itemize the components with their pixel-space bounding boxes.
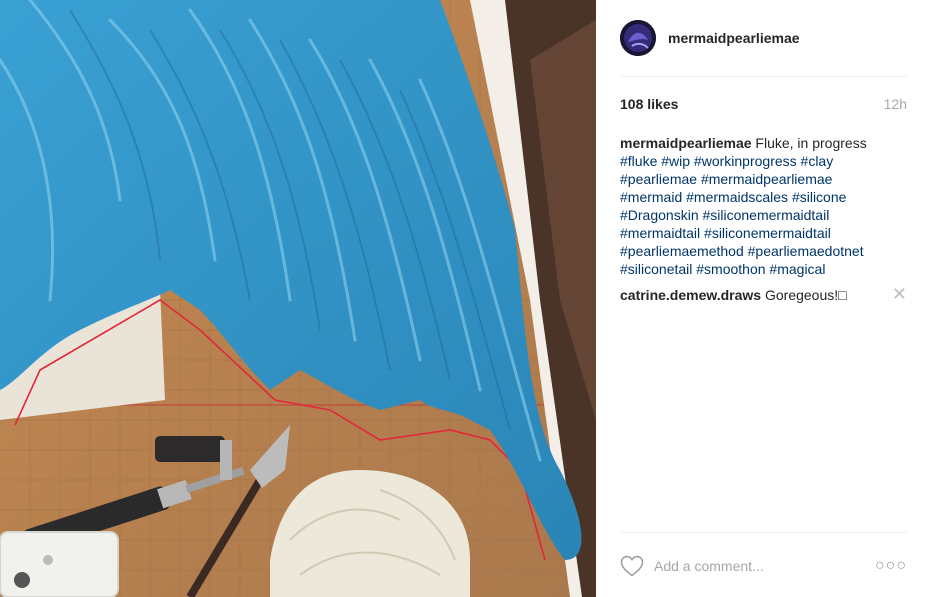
fluke-photo-illustration <box>0 0 596 597</box>
post-header: mermaidpearliemae <box>620 18 907 58</box>
hashtag-line[interactable]: #pearliemae #mermaidpearliemae <box>620 170 907 188</box>
post-photo <box>0 0 596 597</box>
add-comment-input[interactable] <box>654 558 875 574</box>
footer-divider <box>620 532 907 533</box>
comment-item: catrine.demew.draws Goregeous!□ ✕ <box>620 285 907 304</box>
post-time[interactable]: 12h <box>884 96 907 112</box>
hashtag-line[interactable]: #mermaidtail #siliconemermaidtail <box>620 224 907 242</box>
header-divider <box>620 76 907 77</box>
hashtag-line[interactable]: #mermaid #mermaidscales #silicone <box>620 188 907 206</box>
post-stats: 108 likes 12h <box>620 96 907 112</box>
more-options-icon[interactable]: ○○○ <box>875 557 907 575</box>
hashtag-line[interactable]: #pearliemaemethod #pearliemaedotnet <box>620 242 907 260</box>
hashtag-line[interactable]: #Dragonskin #siliconemermaidtail <box>620 206 907 224</box>
hashtag-line[interactable]: #fluke #wip #workinprogress #clay <box>620 152 907 170</box>
caption-username[interactable]: mermaidpearliemae <box>620 135 752 151</box>
close-icon[interactable]: ✕ <box>892 285 907 304</box>
header-username[interactable]: mermaidpearliemae <box>668 30 800 46</box>
hashtag-line[interactable]: #siliconetail #smoothon #magical <box>620 260 907 278</box>
heart-icon[interactable] <box>620 555 644 577</box>
caption-text: Fluke, in progress <box>755 135 867 151</box>
likes-count[interactable]: 108 likes <box>620 96 678 112</box>
avatar[interactable] <box>620 20 656 56</box>
comment-text: Goregeous!□ <box>764 287 847 303</box>
post-caption: mermaidpearliemae Fluke, in progress #fl… <box>620 134 907 278</box>
avatar-image-icon <box>620 20 656 56</box>
comment-footer: ○○○ <box>620 552 907 580</box>
comment-username[interactable]: catrine.demew.draws <box>620 287 761 303</box>
post-sidebar: mermaidpearliemae 108 likes 12h mermaidp… <box>596 0 927 597</box>
